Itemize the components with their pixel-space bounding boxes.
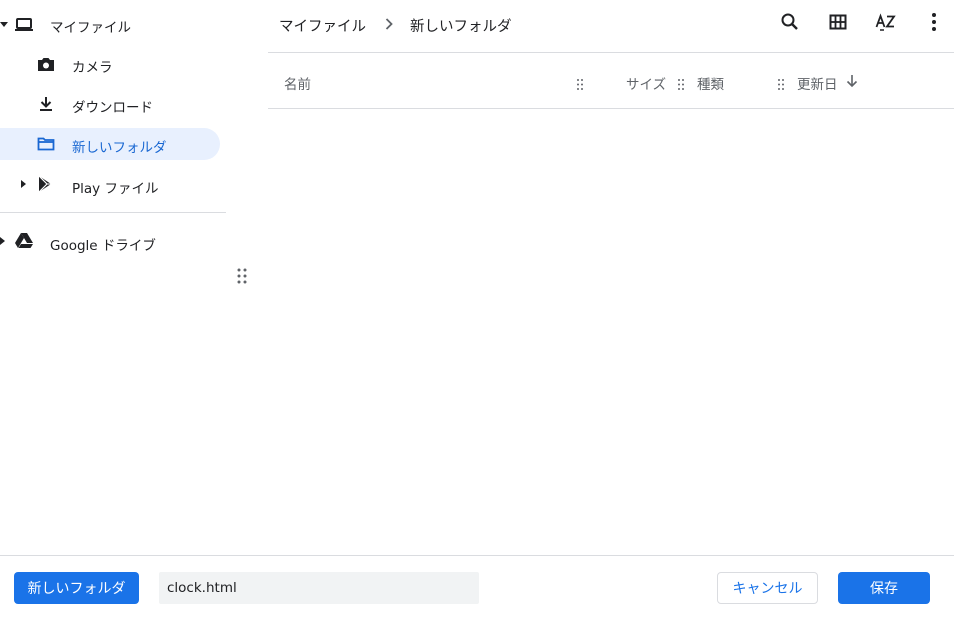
- sidebar-item-label: Google ドライブ: [50, 238, 156, 254]
- sidebar-item-play-files[interactable]: Play ファイル: [0, 169, 220, 201]
- column-size[interactable]: サイズ: [626, 73, 666, 93]
- sidebar-item-label: マイファイル: [50, 20, 131, 36]
- camera-folder-icon: [36, 55, 56, 75]
- breadcrumb: マイファイル 新しいフォルダ: [279, 0, 512, 50]
- more-vert-icon: [931, 12, 937, 36]
- folder-icon: [36, 134, 56, 154]
- sidebar-item-my-files[interactable]: マイファイル: [0, 9, 226, 41]
- google-drive-icon: [14, 231, 34, 251]
- cancel-button[interactable]: キャンセル: [717, 572, 818, 604]
- download-icon: [36, 94, 56, 114]
- arrow-down-icon[interactable]: [845, 73, 859, 89]
- sidebar-item-label: カメラ: [72, 60, 113, 76]
- breadcrumb-item-current[interactable]: 新しいフォルダ: [410, 15, 512, 36]
- sort-az-icon: [875, 12, 897, 36]
- search-icon: [780, 12, 800, 36]
- navigation-sidebar: マイファイル カメラ ダウンロード 新しいフォルダ Play ファイル Goog…: [0, 0, 226, 555]
- sidebar-resize-handle[interactable]: [237, 268, 247, 284]
- sidebar-item-label: ダウンロード: [72, 100, 153, 116]
- sidebar-divider: [0, 212, 226, 213]
- save-button[interactable]: 保存: [838, 572, 930, 604]
- column-name[interactable]: 名前: [284, 73, 311, 93]
- file-list-column-header: 名前 サイズ 種類 更新日: [268, 52, 954, 109]
- sidebar-item-new-folder[interactable]: 新しいフォルダ: [0, 128, 220, 160]
- sort-button[interactable]: [871, 9, 901, 39]
- sidebar-item-label: 新しいフォルダ: [72, 140, 167, 156]
- sidebar-item-downloads[interactable]: ダウンロード: [0, 89, 220, 121]
- dialog-footer: 新しいフォルダ キャンセル 保存: [0, 555, 954, 619]
- search-button[interactable]: [775, 9, 805, 39]
- laptop-icon: [14, 15, 34, 35]
- sidebar-item-camera[interactable]: カメラ: [0, 49, 220, 81]
- grid-view-icon: [828, 12, 848, 36]
- expand-arrow-icon[interactable]: [21, 180, 26, 188]
- file-list[interactable]: [268, 109, 954, 555]
- chevron-right-icon: [384, 16, 394, 34]
- column-resize-icon[interactable]: [778, 75, 784, 90]
- breadcrumb-item-my-files[interactable]: マイファイル: [279, 15, 366, 36]
- more-options-button[interactable]: [919, 9, 949, 39]
- play-store-icon: [36, 174, 56, 194]
- sidebar-item-label: Play ファイル: [72, 181, 159, 197]
- new-folder-button[interactable]: 新しいフォルダ: [14, 572, 139, 604]
- column-resize-icon[interactable]: [577, 75, 583, 90]
- grid-view-button[interactable]: [823, 9, 853, 39]
- filename-input[interactable]: [159, 572, 479, 604]
- column-type[interactable]: 種類: [697, 73, 724, 93]
- column-modified[interactable]: 更新日: [797, 73, 838, 93]
- sidebar-item-google-drive[interactable]: Google ドライブ: [0, 226, 226, 258]
- expand-arrow-icon[interactable]: [0, 237, 5, 245]
- expand-arrow-icon[interactable]: [0, 22, 8, 27]
- column-resize-icon[interactable]: [678, 75, 684, 90]
